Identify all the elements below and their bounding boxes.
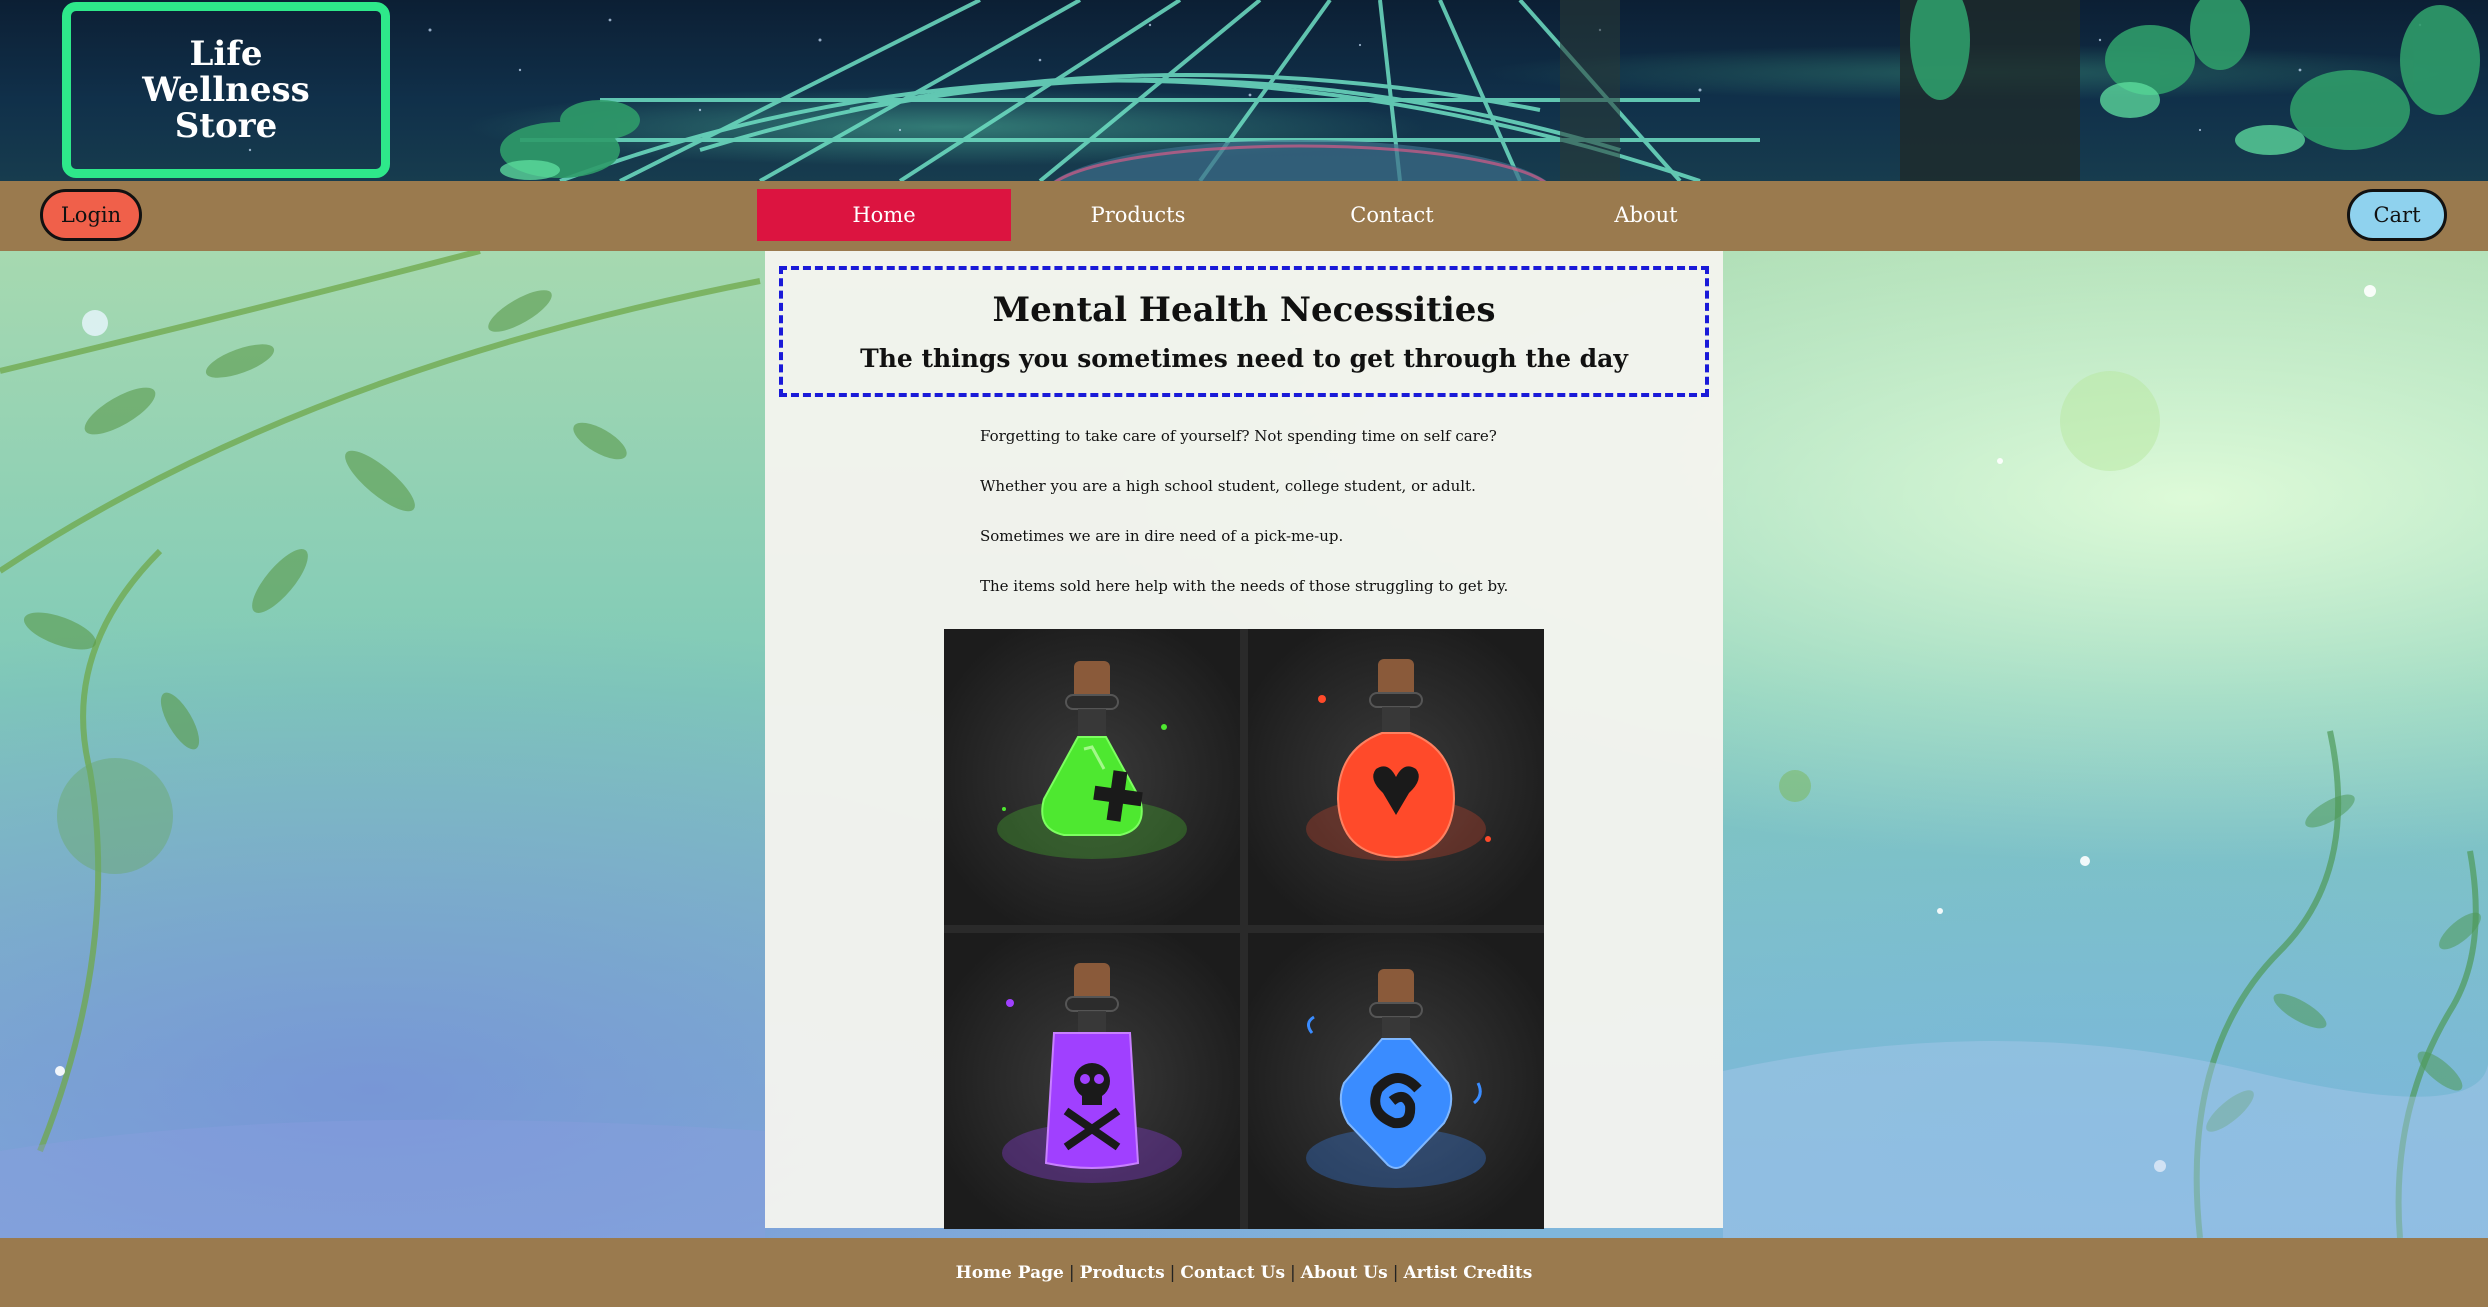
logo-line-1: Life — [189, 34, 263, 74]
footer-link-contact[interactable]: Contact Us — [1180, 1263, 1285, 1283]
nav-products[interactable]: Products — [1011, 189, 1265, 241]
footer-separator: | — [1169, 1262, 1176, 1283]
store-logo[interactable]: Life Wellness Store — [62, 2, 390, 178]
cart-button[interactable]: Cart — [2347, 189, 2447, 241]
header-banner: Life Wellness Store — [0, 0, 2488, 181]
purple-potion-skull-icon — [944, 933, 1240, 1229]
content-panel: Mental Health Necessities The things you… — [765, 251, 1723, 1229]
logo-line-2: Wellness — [142, 70, 310, 110]
nav-contact[interactable]: Contact — [1265, 189, 1519, 241]
intro-paragraph-3: Sometimes we are in dire need of a pick-… — [980, 527, 1344, 545]
footer-link-home[interactable]: Home Page — [956, 1263, 1064, 1283]
intro-paragraph-1: Forgetting to take care of yourself? Not… — [980, 427, 1497, 445]
footer-link-artist-credits[interactable]: Artist Credits — [1403, 1263, 1532, 1283]
title-box: Mental Health Necessities The things you… — [779, 266, 1709, 397]
footer-separator: | — [1392, 1262, 1399, 1283]
store-logo-text: Life Wellness Store — [116, 36, 336, 144]
footer: Home Page | Products | Contact Us | About Us | A… — [0, 1238, 2488, 1307]
nav-about[interactable]: About — [1519, 189, 1773, 241]
logo-line-3: Store — [174, 106, 278, 146]
page-subtitle: The things you sometimes need to get thr… — [860, 344, 1628, 373]
nav-links: Home Products Contact About — [757, 189, 1773, 241]
green-potion-plus-icon — [944, 629, 1240, 925]
footer-links: Home Page | Products | Contact Us | About Us | A… — [956, 1263, 1533, 1283]
red-potion-heart-icon — [1248, 629, 1544, 925]
footer-link-about[interactable]: About Us — [1301, 1263, 1388, 1283]
intro-paragraph-2: Whether you are a high school student, c… — [980, 477, 1476, 495]
intro-paragraph-4: The items sold here help with the needs … — [980, 577, 1509, 595]
page-title: Mental Health Necessities — [992, 290, 1496, 330]
footer-separator: | — [1290, 1262, 1296, 1283]
login-button[interactable]: Login — [40, 189, 142, 241]
main-navbar: Login Home Products Contact About Cart — [0, 181, 2488, 251]
blue-potion-swirl-icon — [1248, 933, 1544, 1229]
potions-image — [944, 629, 1544, 1229]
nav-home[interactable]: Home — [757, 189, 1011, 241]
footer-separator: | — [1068, 1262, 1075, 1283]
footer-link-products[interactable]: Products — [1080, 1263, 1165, 1283]
